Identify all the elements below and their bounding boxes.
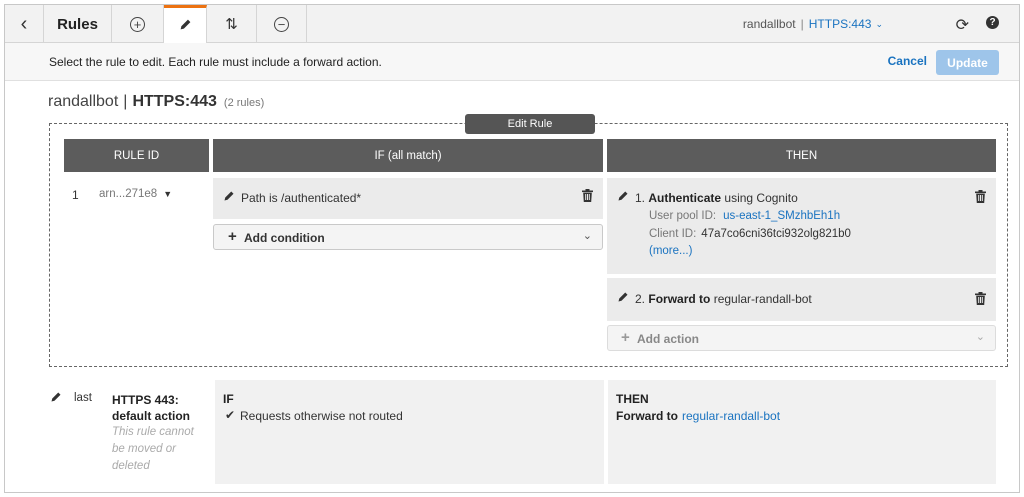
- column-header-rule-id: RULE ID: [64, 139, 209, 172]
- column-header-then: THEN: [607, 139, 996, 172]
- cancel-button[interactable]: Cancel: [888, 54, 927, 68]
- instruction-bar: Select the rule to edit. Each rule must …: [5, 43, 1019, 81]
- top-toolbar: ‹ Rules + ⇅ − randallbot | HTTPS:443 ⌄ ⟳…: [5, 5, 1019, 43]
- instruction-text: Select the rule to edit. Each rule must …: [49, 55, 382, 69]
- add-action-button[interactable]: + Add action ⌄: [607, 325, 996, 351]
- pencil-icon[interactable]: [617, 190, 629, 205]
- condition-text: Path is /authenticated*: [241, 191, 362, 205]
- default-rule-name: HTTPS 443: default action: [112, 393, 191, 423]
- caret-down-icon: ▼: [163, 189, 173, 199]
- more-link[interactable]: (more...): [649, 245, 692, 257]
- plus-icon: +: [621, 329, 630, 346]
- default-then-target-link[interactable]: regular-randall-bot: [682, 409, 780, 423]
- help-icon[interactable]: ?: [986, 16, 999, 29]
- heading-listener: HTTPS:443: [132, 93, 217, 110]
- heading-lb-name: randallbot: [48, 93, 119, 110]
- page-title: Rules: [44, 5, 112, 43]
- chevron-down-icon: ⌄: [582, 230, 592, 242]
- minus-circle-icon: −: [274, 16, 289, 32]
- pencil-icon: [179, 18, 192, 34]
- action-card-forward[interactable]: 2. Forward to regular-randall-bot: [607, 278, 996, 321]
- rule-number: 1: [72, 188, 79, 202]
- listener-name: HTTPS:443: [808, 17, 872, 31]
- add-action-label: Add action: [637, 332, 699, 346]
- action-detail: using Cognito: [724, 191, 798, 205]
- condition-card[interactable]: Path is /authenticated*: [213, 178, 603, 219]
- default-then-action: Forward to regular-randall-bot: [616, 409, 780, 423]
- rule-arn-dropdown[interactable]: arn...271e8 ▼: [99, 188, 172, 200]
- client-id-row: Client ID: 47a7co6cni36tci932olg821b0: [649, 228, 851, 240]
- action-index: 2.: [635, 292, 646, 306]
- chevron-down-icon: ⌄: [875, 18, 883, 29]
- separator: |: [800, 17, 804, 31]
- column-header-if: IF (all match): [213, 139, 603, 172]
- client-id-label: Client ID:: [649, 228, 697, 240]
- add-condition-button[interactable]: + Add condition ⌄: [213, 224, 603, 250]
- user-pool-label: User pool ID:: [649, 210, 717, 222]
- trash-icon[interactable]: [975, 292, 986, 308]
- edit-rule-tag: Edit Rule: [465, 114, 595, 134]
- action-type: Forward to: [648, 292, 711, 306]
- default-rule-note: This rule cannot be moved or deleted: [112, 426, 194, 472]
- default-rule-then-panel: THEN Forward to regular-randall-bot: [608, 380, 996, 484]
- plus-circle-icon: +: [130, 16, 145, 32]
- chevron-left-icon: ‹: [20, 12, 28, 35]
- default-then-action-type: Forward to: [616, 409, 678, 423]
- action-title: 1. Authenticate using Cognito: [635, 191, 798, 205]
- reorder-icon: ⇅: [225, 16, 238, 33]
- default-rule-if-panel: IF ✔ Requests otherwise not routed: [215, 380, 604, 484]
- chevron-down-icon: ⌄: [975, 331, 985, 343]
- action-index: 1.: [635, 191, 646, 205]
- remove-rule-tab[interactable]: −: [257, 5, 307, 43]
- default-if-header: IF: [223, 392, 234, 406]
- action-type: Authenticate: [648, 191, 722, 205]
- forward-target: regular-randall-bot: [713, 292, 812, 306]
- client-id-value: 47a7co6cni36tci932olg821b0: [701, 228, 851, 240]
- rule-arn: arn...271e8: [99, 188, 158, 200]
- edit-rule-tab[interactable]: [164, 5, 207, 43]
- listener-selector[interactable]: randallbot | HTTPS:443 ⌄: [743, 5, 883, 43]
- default-then-header: THEN: [616, 392, 649, 406]
- plus-icon: +: [228, 228, 237, 245]
- heading-separator: |: [123, 93, 128, 110]
- trash-icon[interactable]: [975, 190, 986, 206]
- action-card-authenticate[interactable]: 1. Authenticate using Cognito User pool …: [607, 178, 996, 274]
- user-pool-row: User pool ID: us-east-1_SMzhbEh1h: [649, 210, 840, 222]
- rule-count: (2 rules): [223, 97, 265, 109]
- trash-icon[interactable]: [582, 189, 593, 205]
- pencil-icon[interactable]: [50, 391, 62, 406]
- default-rule-number: last: [74, 392, 92, 404]
- action-title: 2. Forward to regular-randall-bot: [635, 292, 812, 306]
- update-button[interactable]: Update: [936, 50, 999, 75]
- default-if-condition: Requests otherwise not routed: [240, 409, 403, 423]
- checkmark-icon: ✔: [225, 408, 236, 422]
- add-rule-tab[interactable]: +: [112, 5, 164, 43]
- back-button[interactable]: ‹: [5, 5, 44, 43]
- listener-heading: randallbot | HTTPS:443 (2 rules): [48, 93, 264, 111]
- refresh-icon[interactable]: ⟳: [956, 15, 969, 35]
- pencil-icon[interactable]: [223, 190, 235, 205]
- add-condition-label: Add condition: [244, 231, 325, 245]
- rules-editor-window: ‹ Rules + ⇅ − randallbot | HTTPS:443 ⌄ ⟳…: [4, 4, 1020, 493]
- load-balancer-name: randallbot: [742, 17, 796, 31]
- pencil-icon[interactable]: [617, 291, 629, 306]
- user-pool-link[interactable]: us-east-1_SMzhbEh1h: [723, 210, 840, 222]
- reorder-rules-tab[interactable]: ⇅: [207, 5, 257, 43]
